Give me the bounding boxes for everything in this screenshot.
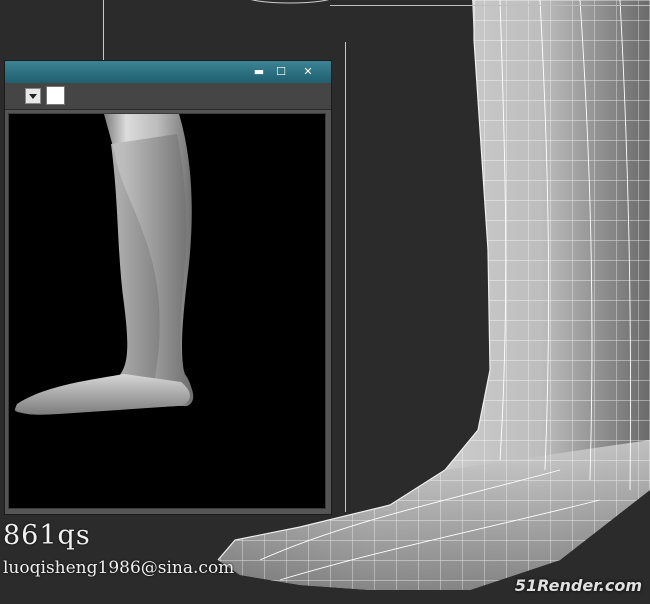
guide-line-vertical-left [103,0,104,62]
site-watermark: 51Render.com [514,576,642,595]
render-frame-window[interactable]: ▬ ☐ ✕ [4,60,332,515]
dropdown-arrow-icon[interactable] [25,88,41,104]
window-titlebar[interactable]: ▬ ☐ ✕ [5,61,331,83]
maximize-icon[interactable]: ☐ [271,64,291,79]
guide-line-horizontal [330,5,650,6]
close-icon[interactable]: ✕ [298,64,318,79]
author-email: luoqisheng1986@sina.com [3,558,235,578]
model-top-edge [250,0,330,4]
author-handle: 861qs [3,520,91,551]
rendered-leg-image [14,114,194,415]
rendered-image [8,113,326,509]
minimize-icon[interactable]: ▬ [249,64,269,79]
background-color-swatch[interactable] [46,86,65,105]
guide-line-vertical [345,42,346,512]
window-toolbar [5,83,331,110]
